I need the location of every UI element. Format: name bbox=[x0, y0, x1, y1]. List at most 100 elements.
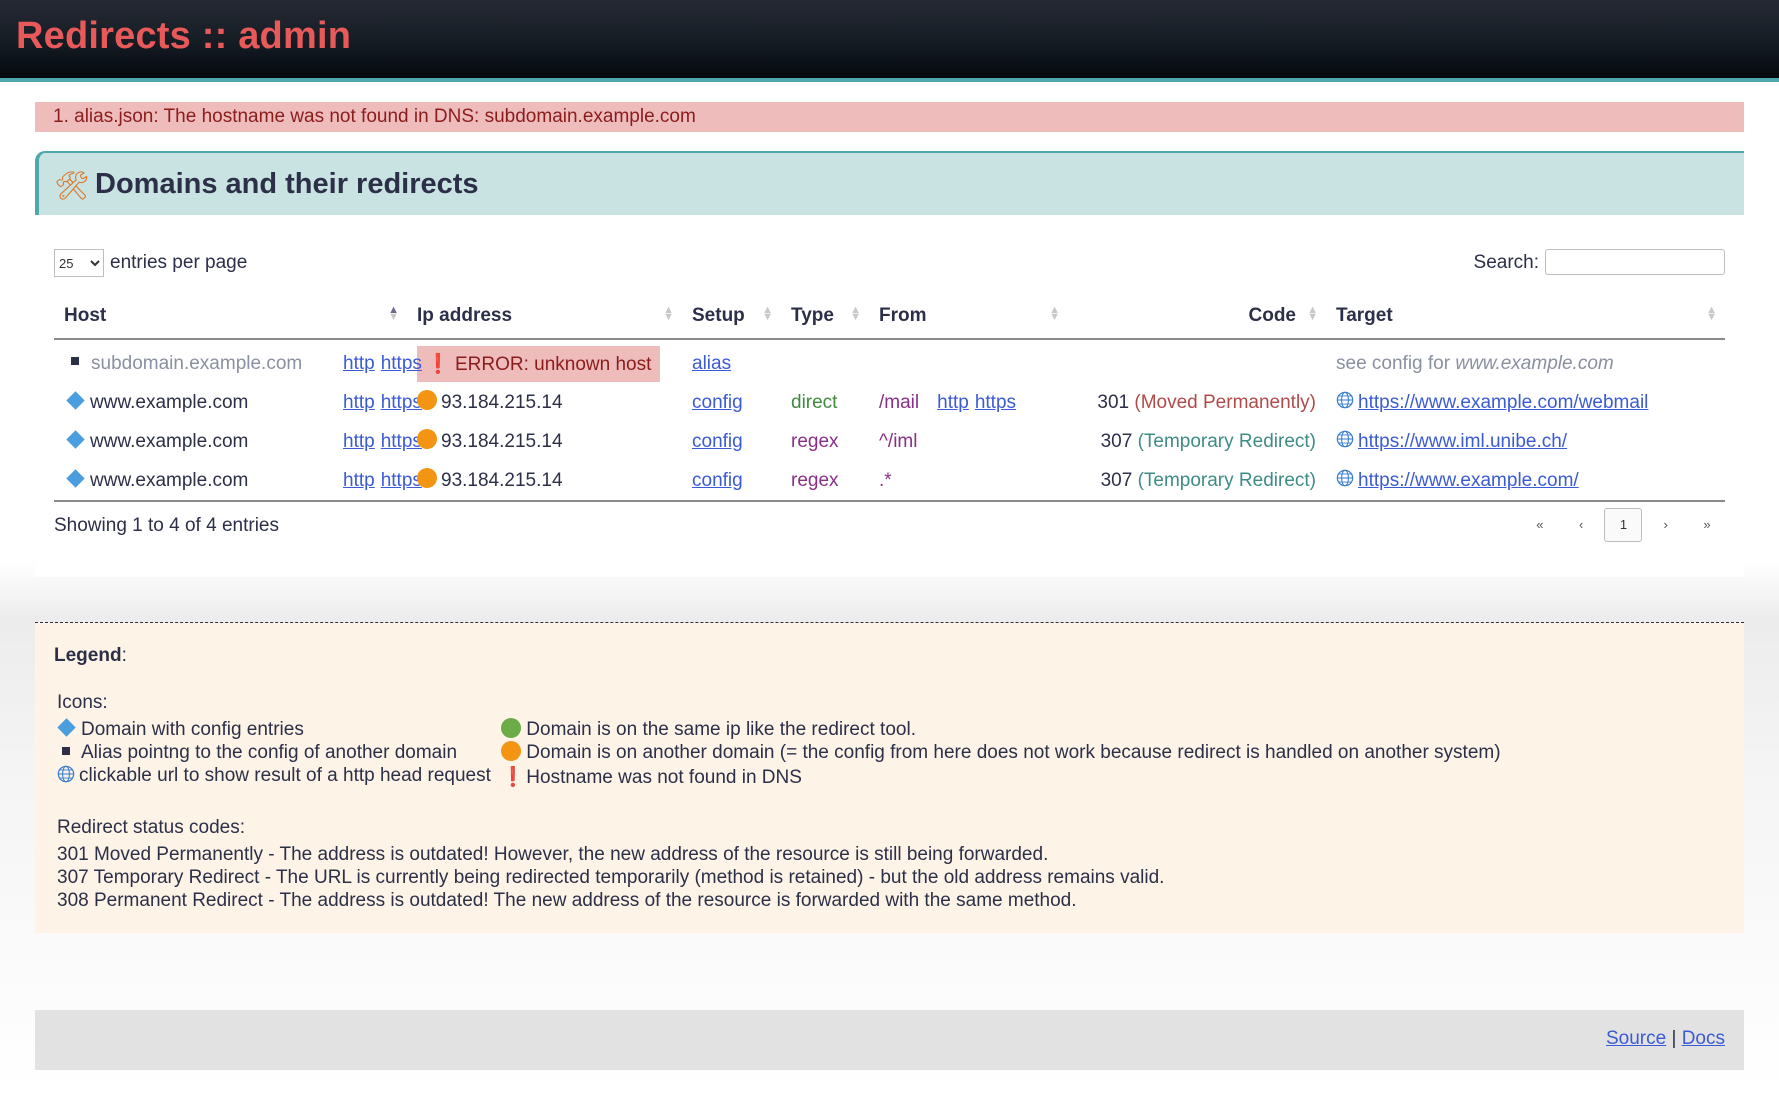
https-link[interactable]: https bbox=[381, 470, 422, 491]
sort-icon: ▲ ▼ bbox=[1307, 304, 1318, 323]
ip-error-text: ERROR: unknown host bbox=[454, 353, 652, 375]
legend-item: Domain is on another domain (= the confi… bbox=[501, 740, 1501, 764]
host-links: http https bbox=[343, 392, 428, 414]
search-box: Search: bbox=[1474, 249, 1725, 275]
globe-icon[interactable] bbox=[1336, 391, 1354, 409]
globe-icon[interactable] bbox=[1336, 430, 1354, 448]
redirect-type: regex bbox=[791, 430, 839, 452]
globe-icon[interactable] bbox=[1336, 469, 1354, 487]
column-header-type[interactable]: Type ▲ ▼ bbox=[781, 293, 869, 340]
host-name: www.example.com bbox=[90, 469, 249, 491]
setup-link[interactable]: config bbox=[692, 431, 743, 452]
entries-per-page-select[interactable]: 25 bbox=[54, 249, 104, 277]
domains-panel: 🛠 Domains and their redirects 25 entries… bbox=[35, 151, 1744, 577]
redirect-from: /mail bbox=[879, 391, 920, 413]
status-code: 307 bbox=[1100, 469, 1133, 491]
pagination: « ‹ 1 › » bbox=[1522, 508, 1725, 542]
legend-item-text: clickable url to show result of a http h… bbox=[79, 765, 491, 786]
table-info: Showing 1 to 4 of 4 entries bbox=[54, 515, 279, 536]
docs-link[interactable]: Docs bbox=[1682, 1028, 1725, 1049]
sort-icon: ▲ ▼ bbox=[663, 304, 674, 323]
column-header-ip[interactable]: Ip address ▲ ▼ bbox=[407, 293, 682, 340]
column-header-setup[interactable]: Setup ▲ ▼ bbox=[682, 293, 781, 340]
setup-link[interactable]: config bbox=[692, 392, 743, 413]
footer-links: Source | Docs bbox=[1606, 1028, 1725, 1050]
setup-link[interactable]: config bbox=[692, 470, 743, 491]
https-link[interactable]: https bbox=[381, 431, 422, 452]
column-header-host[interactable]: Host ▲ ▼ bbox=[54, 293, 407, 340]
diamond-icon bbox=[66, 391, 85, 410]
legend-code-307: 307 Temporary Redirect - The URL is curr… bbox=[57, 867, 1165, 888]
target-cell: see config for www.example.com bbox=[1326, 339, 1725, 383]
entries-per-page-label: entries per page bbox=[110, 252, 248, 273]
target-link[interactable]: https://www.example.com/ bbox=[1358, 470, 1579, 491]
footer: Source | Docs bbox=[35, 1010, 1744, 1070]
legend-code-301: 301 Moved Permanently - The address is o… bbox=[57, 844, 1049, 865]
globe-icon bbox=[57, 765, 75, 783]
source-link[interactable]: Source bbox=[1606, 1028, 1666, 1049]
redirect-from: .* bbox=[879, 469, 892, 491]
http-link[interactable]: http bbox=[343, 431, 375, 452]
pager-first[interactable]: « bbox=[1522, 509, 1558, 541]
square-icon bbox=[62, 746, 70, 755]
top-bar: Redirects :: admin bbox=[0, 0, 1779, 82]
app-title: Redirects :: admin bbox=[16, 15, 352, 57]
footer-separator: | bbox=[1671, 1028, 1677, 1049]
search-input[interactable] bbox=[1545, 249, 1725, 275]
status-code: 307 bbox=[1100, 430, 1133, 452]
diamond-icon bbox=[66, 430, 85, 449]
green-circle-icon bbox=[501, 717, 521, 738]
status-code-text: (Temporary Redirect) bbox=[1137, 469, 1316, 491]
https-link[interactable]: https bbox=[381, 392, 422, 413]
table-row: subdomain.example.com http https ❗ ERROR:… bbox=[54, 339, 1725, 383]
http-link[interactable]: http bbox=[937, 392, 969, 413]
table-row: www.example.com http https 93.184.215.14 … bbox=[54, 422, 1725, 461]
sort-icon: ▲ ▼ bbox=[1049, 304, 1060, 323]
pager-previous[interactable]: ‹ bbox=[1563, 509, 1599, 541]
pager-next[interactable]: › bbox=[1648, 509, 1684, 541]
pager-page-1[interactable]: 1 bbox=[1604, 508, 1643, 542]
legend-item: Domain with config entries bbox=[57, 718, 304, 741]
http-link[interactable]: http bbox=[343, 353, 375, 374]
column-header-target[interactable]: Target ▲ ▼ bbox=[1326, 293, 1725, 340]
http-link[interactable]: http bbox=[343, 392, 375, 413]
legend-item-text: Hostname was not found in DNS bbox=[526, 767, 802, 788]
redirects-table: Host ▲ ▼ Ip address ▲ ▼ Setup ▲ ▼ Type ▲ ▼ From ▲… bbox=[54, 293, 1725, 503]
legend-code-308: 308 Permanent Redirect - The address is … bbox=[57, 890, 1077, 911]
target-link[interactable]: https://www.iml.unibe.ch/ bbox=[1358, 431, 1567, 452]
table-header-row: Host ▲ ▼ Ip address ▲ ▼ Setup ▲ ▼ Type ▲ ▼ From ▲… bbox=[54, 293, 1725, 340]
ip-address: 93.184.215.14 bbox=[441, 469, 563, 491]
sort-icon: ▲ ▼ bbox=[850, 304, 861, 323]
setup-link[interactable]: alias bbox=[692, 353, 731, 374]
column-header-from[interactable]: From ▲ ▼ bbox=[869, 293, 1068, 340]
host-links: http https bbox=[343, 470, 428, 492]
ip-error-badge: ❗ ERROR: unknown host bbox=[417, 345, 661, 382]
legend-item: Alias pointng to the config of another d… bbox=[57, 742, 457, 764]
sort-asc-icon: ▲ ▼ bbox=[388, 304, 399, 323]
legend-icons-heading: Icons: bbox=[57, 692, 108, 713]
table-row: www.example.com http https 93.184.215.14 … bbox=[54, 461, 1725, 501]
ip-address: 93.184.215.14 bbox=[441, 430, 563, 452]
error-alert: 1. alias.json: The hostname was not foun… bbox=[35, 102, 1744, 132]
sort-icon: ▲ ▼ bbox=[1706, 304, 1717, 323]
legend-codes-heading: Redirect status codes: bbox=[57, 817, 245, 838]
host-name: www.example.com bbox=[90, 391, 249, 413]
diamond-icon bbox=[57, 718, 76, 738]
column-header-code[interactable]: Code ▲ ▼ bbox=[1068, 293, 1326, 340]
sort-icon: ▲ ▼ bbox=[762, 304, 773, 323]
legend-item: Domain is on the same ip like the redire… bbox=[501, 717, 916, 741]
square-icon bbox=[71, 357, 79, 366]
legend-item-text: Domain is on another domain (= the confi… bbox=[526, 742, 1501, 763]
host-links: http https bbox=[343, 431, 428, 453]
http-link[interactable]: http bbox=[343, 470, 375, 491]
legend-item: ❗ Hostname was not found in DNS bbox=[501, 765, 802, 789]
orange-circle-icon bbox=[501, 740, 521, 761]
https-link[interactable]: https bbox=[381, 353, 422, 374]
panel-header: 🛠 Domains and their redirects bbox=[35, 151, 1744, 215]
entries-per-page: 25 entries per page bbox=[54, 249, 247, 277]
https-link[interactable]: https bbox=[975, 392, 1016, 413]
target-link[interactable]: https://www.example.com/webmail bbox=[1358, 392, 1648, 413]
legend-item-text: Domain is on the same ip like the redire… bbox=[526, 719, 916, 740]
legend-item: clickable url to show result of a http h… bbox=[57, 765, 491, 787]
pager-last[interactable]: » bbox=[1689, 509, 1725, 541]
